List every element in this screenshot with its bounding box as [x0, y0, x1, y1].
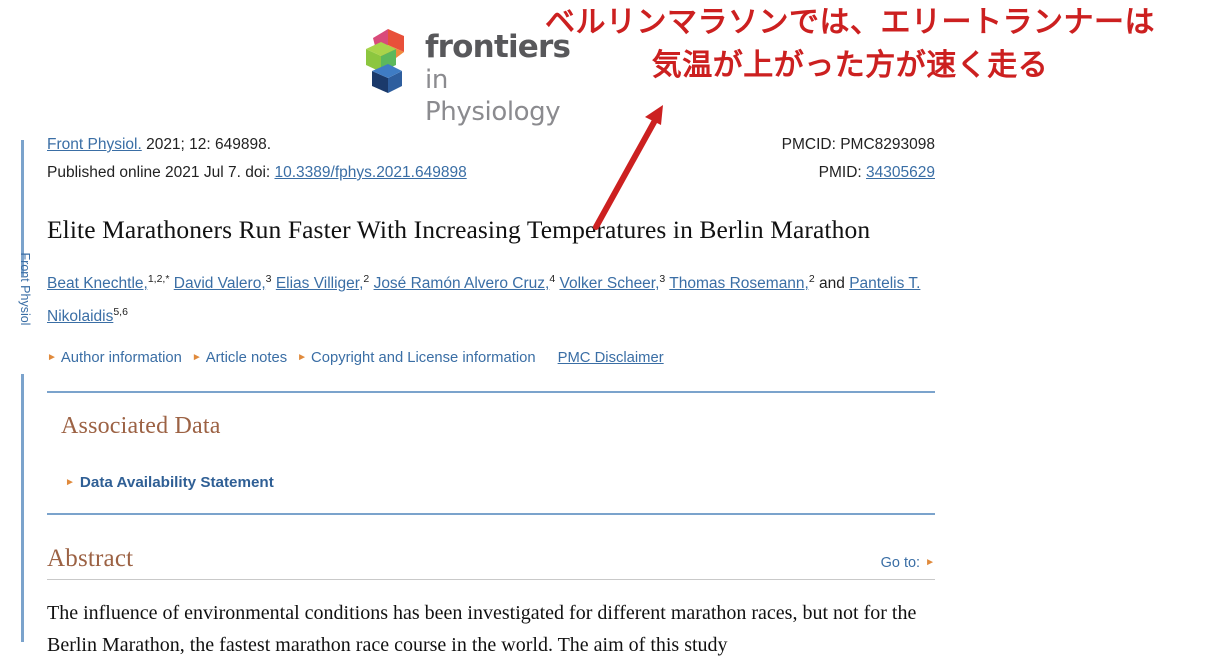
data-availability-label: Data Availability Statement [79, 474, 274, 492]
abstract-body-text: The influence of environmental condition… [47, 597, 947, 661]
journal-side-rail: Front Physiol [14, 140, 32, 642]
citation-row-2: Published online 2021 Jul 7. doi: 10.338… [47, 164, 935, 192]
page-title: Elite Marathoners Run Faster With Increa… [47, 215, 871, 244]
associated-data-top-rule [47, 391, 935, 394]
author-affiliation-marker: 3 [659, 272, 666, 285]
author-affiliation-marker: 3 [265, 272, 272, 285]
author-link[interactable]: Thomas Rosemann, [669, 275, 809, 292]
doi-link[interactable]: 10.3389/fphys.2021.649898 [275, 164, 467, 181]
citation-line-2: Published online 2021 Jul 7. doi: 10.338… [47, 164, 467, 182]
associated-data-heading: Associated Data [61, 413, 221, 440]
go-to-link[interactable]: Go to: ► [881, 555, 935, 571]
author-affiliation-marker: 1,2,* [147, 272, 170, 285]
article-links-row: ► Author information ► Article notes ► Copyri… [47, 347, 935, 369]
associated-data-bottom-rule [47, 513, 935, 516]
author-list: Beat Knechtle,1,2,* David Valero,3 Elias… [47, 265, 935, 331]
annotation-callout-text: ベルリンマラソンでは、エリートランナーは 気温が上がった方が速く走る [545, 5, 1155, 83]
triangle-right-icon: ► [47, 352, 57, 364]
side-rail-label: Front Physiol [18, 252, 32, 326]
author-affiliation-marker: 2 [363, 272, 370, 285]
triangle-right-icon: ► [65, 477, 75, 489]
author-link[interactable]: Volker Scheer, [559, 275, 659, 292]
citation-line-1: Front Physiol. 2021; 12: 649898. [47, 136, 271, 154]
author-link[interactable]: José Ramón Alvero Cruz, [374, 275, 550, 292]
author-link[interactable]: Beat Knechtle, [47, 275, 148, 292]
authors-conjunction: and [814, 275, 850, 293]
red-arrow-icon [593, 105, 663, 230]
author-link[interactable]: David Valero, [174, 275, 266, 292]
frontiers-cubes-logo-icon [366, 29, 404, 93]
abstract-underline-rule [47, 579, 935, 581]
author-affiliation-marker: 4 [549, 272, 556, 285]
abstract-block: Abstract Go to: ► The influence of enviro… [47, 545, 935, 661]
published-online-label: Published online 2021 Jul 7. doi: [47, 164, 275, 181]
article-link[interactable]: Author information [61, 350, 182, 366]
triangle-right-icon: ► [297, 352, 308, 364]
abstract-line-1: The influence of environmental condition… [47, 602, 829, 625]
author-link[interactable]: Elias Villiger, [276, 275, 364, 292]
article-container: Front Physiol. 2021; 12: 649898. PMCID: … [47, 136, 935, 661]
side-rail-line-bottom [21, 374, 24, 642]
triangle-right-icon: ► [925, 557, 935, 569]
citation-volume-info: 2021; 12: 649898. [141, 136, 272, 153]
go-to-label: Go to: [880, 555, 921, 572]
article-link[interactable]: Article notes [206, 350, 287, 366]
citation-row-1: Front Physiol. 2021; 12: 649898. PMCID: … [47, 136, 935, 164]
author-affiliation-marker: 5,6 [113, 306, 128, 319]
article-link[interactable]: Copyright and License information [311, 350, 536, 366]
pmcid-text: PMCID: PMC8293098 [781, 136, 935, 153]
article-link[interactable]: PMC Disclaimer [558, 350, 664, 366]
triangle-right-icon: ► [191, 352, 202, 364]
pmid-link[interactable]: 34305629 [866, 164, 935, 181]
pmid-row: PMID: 34305629 [819, 164, 935, 182]
pmid-label: PMID: [818, 164, 867, 181]
abstract-heading: Abstract [47, 545, 134, 573]
data-availability-statement-toggle[interactable]: ► Data Availability Statement [65, 474, 935, 491]
journal-link[interactable]: Front Physiol. [47, 136, 142, 153]
